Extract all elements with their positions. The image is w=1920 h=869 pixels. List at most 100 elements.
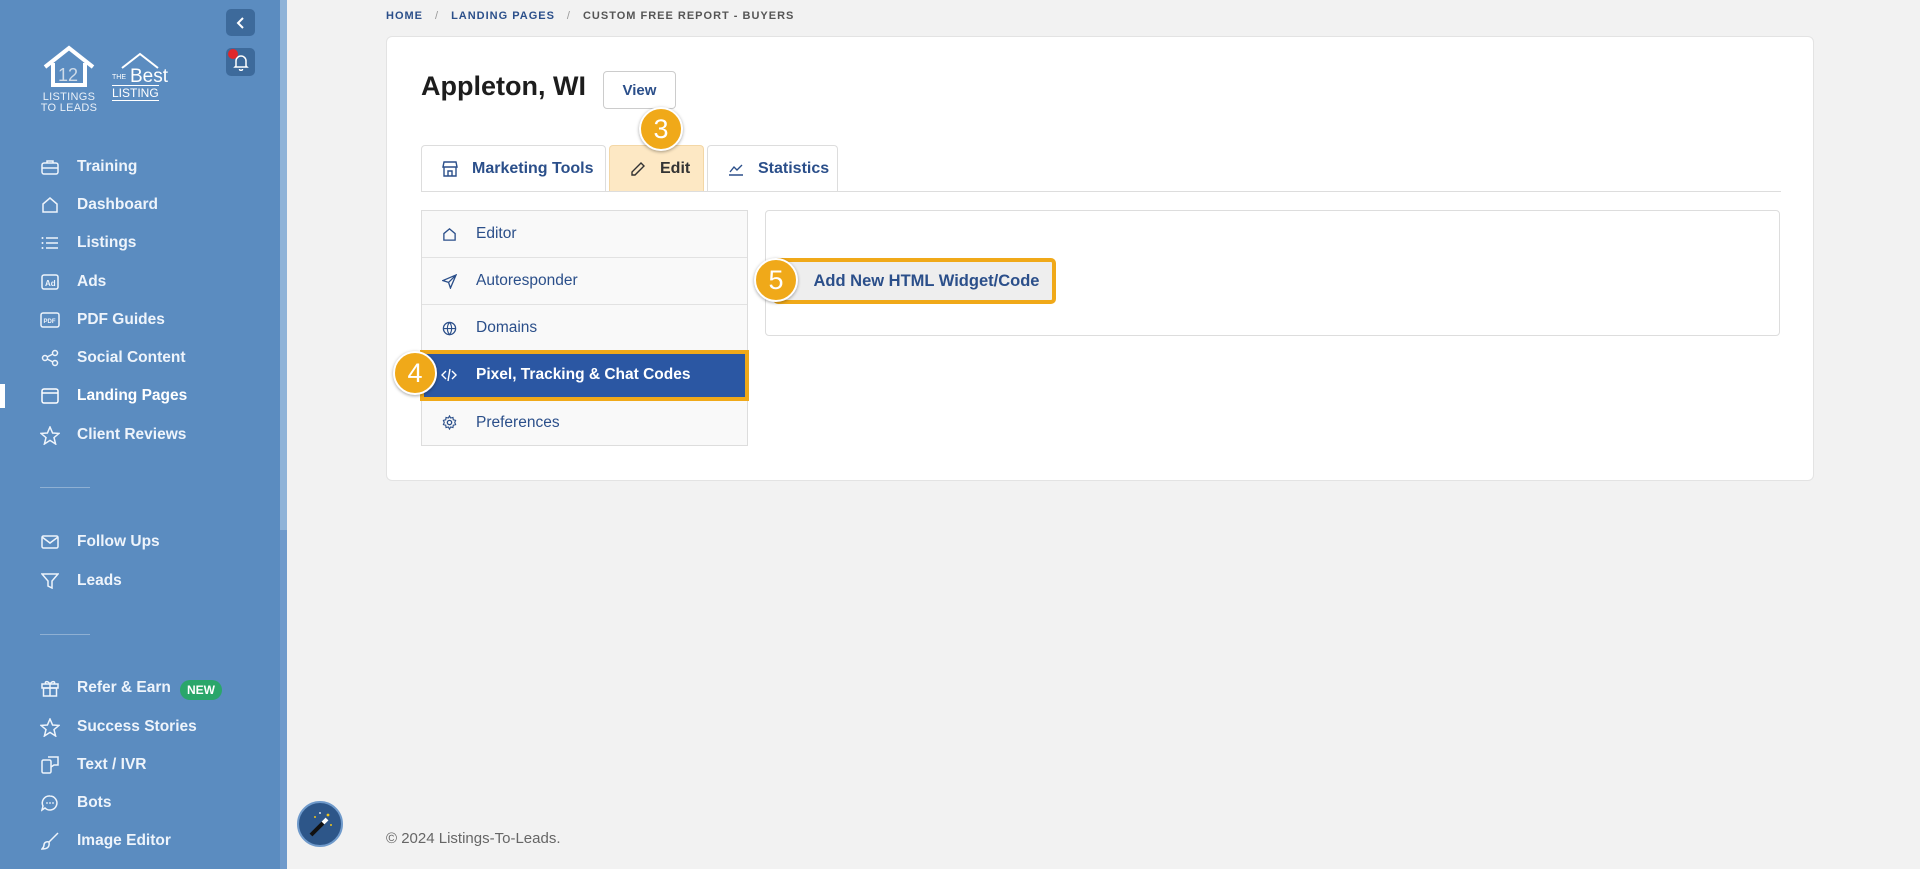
submenu-item-label: Preferences	[476, 413, 560, 431]
sidebar-item-label: Bots	[77, 794, 112, 811]
breadcrumb-separator: /	[566, 10, 571, 22]
tab-edit[interactable]: Edit	[609, 145, 704, 191]
sidebar-item-listings[interactable]: Listings	[0, 228, 270, 258]
collapse-sidebar-button[interactable]	[226, 9, 255, 36]
sidebar-scrollbar-track	[280, 530, 287, 869]
filter-icon	[40, 571, 60, 591]
globe-icon	[440, 319, 458, 337]
logo-line-2: TO LEADS	[40, 102, 98, 114]
breadcrumb: HOME / LANDING PAGES / CUSTOM FREE REPOR…	[386, 10, 794, 22]
sidebar-item-label: Image Editor	[77, 832, 171, 849]
sidebar-item-label: Listings	[77, 234, 137, 251]
sidebar-item-client-reviews[interactable]: Client Reviews	[0, 420, 270, 450]
chat-icon	[40, 793, 60, 813]
new-badge: NEW	[180, 680, 222, 700]
step-5-badge: 5	[754, 258, 798, 302]
sidebar-item-success-stories[interactable]: Success Stories	[0, 712, 270, 742]
sidebar-item-refer-earn[interactable]: Refer & Earn	[0, 673, 270, 703]
tab-statistics[interactable]: Statistics	[707, 145, 838, 191]
magic-wand-icon	[309, 812, 332, 837]
sidebar-item-label: Follow Ups	[77, 533, 160, 550]
tab-label: Statistics	[758, 159, 830, 177]
sidebar-item-label: Text / IVR	[77, 756, 147, 773]
submenu-item-autoresponder[interactable]: Autoresponder	[422, 258, 747, 305]
sidebar-item-label: Leads	[77, 572, 122, 589]
submenu-item-label: Domains	[476, 319, 538, 336]
code-icon	[440, 366, 458, 384]
tab-label: Marketing Tools	[472, 159, 594, 177]
tabs-divider	[421, 191, 1781, 192]
tab-label: Edit	[660, 159, 691, 177]
notification-dot	[228, 49, 238, 59]
chart-line-icon	[728, 162, 744, 176]
submenu-item-label: Pixel, Tracking & Chat Codes	[476, 366, 691, 383]
chevron-left-icon	[236, 16, 244, 29]
breadcrumb-current: CUSTOM FREE REPORT - BUYERS	[582, 10, 795, 22]
step-3-badge: 3	[639, 107, 683, 151]
breadcrumb-landing-pages[interactable]: LANDING PAGES	[451, 10, 555, 22]
listings-to-leads-logo[interactable]: 12 LISTINGS TO LEADS	[38, 45, 100, 117]
footer-copyright: © 2024 Listings-To-Leads.	[386, 830, 561, 847]
svg-text:PDF: PDF	[44, 319, 56, 325]
logo-listing: LISTING	[112, 85, 159, 101]
star-icon	[40, 717, 60, 737]
home-icon	[40, 195, 60, 215]
send-icon	[440, 272, 458, 290]
submenu-item-preferences[interactable]: Preferences	[422, 399, 747, 446]
gear-icon	[440, 414, 458, 432]
sidebar-divider	[40, 487, 90, 488]
submenu-item-label: Autoresponder	[476, 272, 578, 289]
gift-icon	[40, 678, 60, 698]
sidebar-item-label: Refer & Earn	[77, 679, 171, 696]
home-icon	[440, 225, 458, 243]
sidebar-item-leads[interactable]: Leads	[0, 566, 270, 596]
the-best-listing-logo[interactable]: THE Best LISTING	[112, 52, 174, 104]
mail-icon	[40, 532, 60, 552]
pencil-icon	[630, 161, 646, 177]
sidebar-item-label: Success Stories	[77, 718, 197, 735]
briefcase-icon	[40, 157, 60, 177]
sidebar-divider	[40, 634, 90, 635]
sidebar-scrollbar[interactable]	[280, 0, 287, 530]
share-icon	[40, 348, 60, 368]
submenu-item-pixel-tracking[interactable]: Pixel, Tracking & Chat Codes	[420, 350, 749, 401]
sidebar-item-label: Training	[77, 158, 138, 175]
star-icon	[40, 425, 60, 445]
phone-message-icon	[40, 755, 60, 775]
tab-marketing-tools[interactable]: Marketing Tools	[421, 145, 606, 191]
svg-text:12: 12	[58, 65, 78, 85]
submenu-item-editor[interactable]: Editor	[422, 211, 747, 258]
submenu-item-domains[interactable]: Domains	[422, 305, 747, 352]
sidebar-item-image-editor[interactable]: Image Editor	[0, 826, 270, 856]
sidebar-item-label: Client Reviews	[77, 426, 187, 443]
step-4-badge: 4	[393, 351, 437, 395]
breadcrumb-home[interactable]: HOME	[386, 10, 423, 22]
view-button[interactable]: View	[603, 71, 676, 109]
sidebar-item-social-content[interactable]: Social Content	[0, 343, 270, 373]
sidebar-item-label: Ads	[77, 273, 107, 290]
sidebar-item-text-ivr[interactable]: Text / IVR	[0, 750, 270, 780]
sidebar-item-follow-ups[interactable]: Follow Ups	[0, 527, 270, 557]
svg-text:Ad: Ad	[45, 279, 56, 288]
sidebar-item-label: PDF Guides	[77, 311, 165, 328]
browser-icon	[40, 386, 60, 406]
magic-wand-button[interactable]	[297, 801, 343, 847]
store-icon	[442, 160, 458, 177]
sidebar-item-landing-pages[interactable]: Landing Pages	[0, 381, 270, 411]
sidebar-item-label: Landing Pages	[77, 387, 188, 404]
page-title: Appleton, WI	[421, 71, 586, 101]
add-html-widget-button[interactable]: Add New HTML Widget/Code	[773, 258, 1056, 304]
sidebar-item-dashboard[interactable]: Dashboard	[0, 190, 270, 220]
sidebar-item-label: Social Content	[77, 349, 186, 366]
sidebar-item-label: Dashboard	[77, 196, 158, 213]
list-icon	[40, 233, 60, 253]
house-logo-icon: 12	[43, 45, 95, 87]
sidebar-item-bots[interactable]: Bots	[0, 788, 270, 818]
sidebar-item-training[interactable]: Training	[0, 152, 270, 182]
brush-icon	[40, 831, 60, 851]
sidebar-item-ads[interactable]: Ad Ads	[0, 267, 270, 297]
breadcrumb-separator: /	[435, 10, 440, 22]
logo-the: THE	[112, 74, 126, 81]
edit-submenu: Editor Autoresponder Domains Pixel, Trac…	[420, 210, 749, 446]
sidebar-item-pdf-guides[interactable]: PDF PDF Guides	[0, 305, 270, 335]
